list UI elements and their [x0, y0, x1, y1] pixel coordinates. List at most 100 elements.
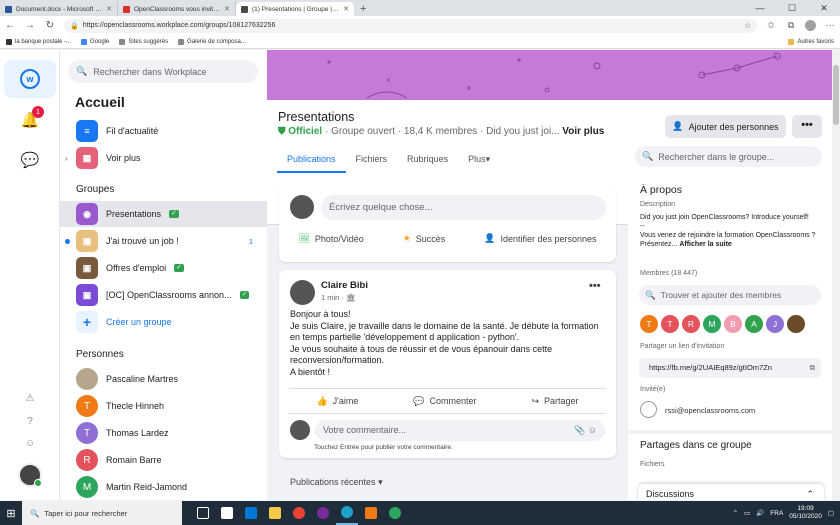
more-options-button[interactable]: •••	[792, 115, 822, 138]
tray-chevron-icon[interactable]: ⌃	[733, 509, 738, 517]
see-more-link[interactable]: Afficher la suite	[679, 241, 732, 248]
person-item[interactable]: T Thomas Lardez	[60, 420, 267, 446]
scrollbar-thumb[interactable]	[833, 65, 839, 125]
reload-icon[interactable]: ↻	[44, 20, 56, 31]
tab-files[interactable]: Fichiers	[346, 145, 398, 173]
person-item[interactable]: Pascaline Martres	[60, 366, 267, 392]
bookmark[interactable]: Google	[81, 38, 109, 45]
member-avatar[interactable]: M	[703, 315, 721, 333]
workplace-search-input[interactable]: 🔍 Rechercher dans Workplace	[68, 60, 258, 83]
workplace-home-button[interactable]: w	[4, 60, 56, 98]
back-icon[interactable]: ←	[4, 20, 16, 31]
explorer-icon[interactable]	[264, 501, 286, 525]
new-tab-button[interactable]: +	[354, 2, 372, 16]
notification-center-icon[interactable]: ▢	[828, 509, 834, 517]
store-icon[interactable]	[216, 501, 238, 525]
browser-tab[interactable]: Document.docx - Microsoft Word ✕	[0, 2, 118, 16]
my-profile-avatar[interactable]	[18, 463, 42, 487]
chrome-icon[interactable]	[288, 501, 310, 525]
app-icon[interactable]	[312, 501, 334, 525]
taskbar-search-input[interactable]: 🔍 Taper ici pour rechercher	[22, 501, 182, 525]
tab-more[interactable]: Plus▾	[458, 145, 500, 173]
member-avatar[interactable]: B	[724, 315, 742, 333]
discussions-bar[interactable]: Discussions ⌃	[638, 484, 824, 500]
help-icon[interactable]: ?	[22, 416, 38, 432]
profile-avatar[interactable]	[805, 20, 816, 31]
browser-tab-active[interactable]: (1) Presentations | Groupe | Workplace ✕	[236, 2, 354, 16]
close-tab-icon[interactable]: ✕	[106, 5, 112, 13]
share-button[interactable]: ↪ Partager	[531, 396, 578, 407]
menu-dots-icon[interactable]: ⋯	[824, 20, 836, 31]
clock[interactable]: 19:09 05/10/2020	[789, 505, 822, 521]
tab-publications[interactable]: Publications	[277, 145, 346, 173]
sidebar-group-job[interactable]: ▣ J'ai trouvé un job ! 1	[60, 228, 267, 254]
tab-topics[interactable]: Rubriques	[397, 145, 458, 173]
create-group-button[interactable]: + Créer un groupe	[60, 309, 267, 335]
member-avatar[interactable]	[787, 315, 805, 333]
chat-icon[interactable]: 💬	[18, 148, 42, 172]
invite-link-field[interactable]: https://fb.me/g/2UAIEq89z/gtIOm7Zn ⧉	[639, 358, 821, 378]
sidebar-group-oc-announcements[interactable]: ▣ [OC] OpenClassrooms annon... ✓	[60, 282, 267, 308]
close-tab-icon[interactable]: ✕	[224, 5, 230, 13]
avatar[interactable]	[290, 280, 315, 305]
copy-icon[interactable]: ⧉	[810, 358, 815, 378]
bookmark[interactable]: Galerie de composa...	[178, 38, 246, 45]
description-line: Vous venez de rejoindre la formation Ope…	[640, 231, 825, 249]
member-avatar[interactable]: J	[766, 315, 784, 333]
task-view-icon[interactable]	[192, 501, 214, 525]
member-avatar[interactable]: T	[661, 315, 679, 333]
sidebar-group-job-offers[interactable]: ▣ Offres d'emploi ✓	[60, 255, 267, 281]
url-field[interactable]: 🔒 https://openclassrooms.workplace.com/g…	[64, 18, 757, 33]
page-scrollbar[interactable]	[832, 50, 840, 500]
success-button[interactable]: ★ Succès	[403, 233, 446, 244]
app-icon[interactable]	[360, 501, 382, 525]
close-window-icon[interactable]: ✕	[808, 0, 840, 16]
add-people-button[interactable]: 👤 Ajouter des personnes	[665, 115, 786, 138]
person-item[interactable]: T Thecle Hinneh	[60, 393, 267, 419]
language-indicator[interactable]: FRA	[770, 510, 783, 517]
emoji-icon[interactable]: ☺	[588, 425, 597, 435]
volume-icon[interactable]: 🔊	[756, 509, 764, 517]
sidebar-item-news-feed[interactable]: ≡ Fil d'actualité	[60, 118, 267, 144]
person-item[interactable]: R Romain Barre	[60, 447, 267, 473]
sidebar-item-see-more[interactable]: › ▦ Voir plus	[60, 145, 267, 171]
sidebar-group-presentations[interactable]: ◉ Presentations ✓	[60, 201, 267, 227]
mail-icon[interactable]	[240, 501, 262, 525]
post-menu-icon[interactable]: •••	[589, 280, 601, 292]
group-search-input[interactable]: 🔍 Rechercher dans le groupe...	[635, 146, 822, 167]
person-item[interactable]: M Martin Reid-Jamond	[60, 474, 267, 500]
app-icon[interactable]	[384, 501, 406, 525]
comment-button[interactable]: 💬 Commenter	[413, 396, 476, 407]
other-favorites[interactable]: Autres favoris	[788, 38, 834, 45]
feedback-icon[interactable]: ⚠	[22, 393, 38, 409]
member-search-input[interactable]: 🔍 Trouver et ajouter des membres	[639, 285, 821, 305]
member-avatar[interactable]: T	[640, 315, 658, 333]
recent-posts-sort[interactable]: Publications récentes ▾	[290, 477, 383, 488]
minimize-icon[interactable]: —	[744, 0, 776, 16]
bookmark[interactable]: Sites suggérés	[119, 38, 168, 45]
post-time[interactable]: 1 min · 🏛	[321, 293, 356, 302]
photo-video-button[interactable]: 🖼 Photo/Vidéo	[298, 233, 363, 244]
close-tab-icon[interactable]: ✕	[343, 5, 349, 13]
attach-icon[interactable]: 📎	[574, 425, 585, 435]
favorites-icon[interactable]: ✩	[765, 20, 777, 31]
tag-people-button[interactable]: 👤 Identifier des personnes	[484, 233, 596, 244]
member-avatar[interactable]: R	[682, 315, 700, 333]
browser-tab[interactable]: OpenClassrooms vous invite à rejoindre ✕	[118, 2, 236, 16]
edge-icon[interactable]	[336, 501, 358, 525]
emoji-icon[interactable]: ☺	[22, 438, 38, 454]
star-icon[interactable]: ☆	[744, 21, 751, 30]
maximize-icon[interactable]: ☐	[776, 0, 808, 16]
composer-input[interactable]: Écrivez quelque chose...	[321, 195, 606, 220]
post-author[interactable]: Claire Bibi	[321, 280, 368, 291]
windows-start-icon[interactable]: ⊞	[0, 501, 22, 525]
see-more-link[interactable]: Voir plus	[562, 126, 604, 137]
comment-input[interactable]: Votre commentaire... 📎 ☺	[315, 420, 605, 441]
invited-label: Invité(e)	[640, 386, 666, 393]
network-icon[interactable]: ▭	[744, 509, 750, 517]
member-avatar[interactable]: A	[745, 315, 763, 333]
bookmark[interactable]: la banque postale -...	[6, 38, 71, 45]
forward-icon[interactable]: →	[24, 20, 36, 31]
collections-icon[interactable]: ⧉	[785, 20, 797, 31]
like-button[interactable]: 👍 J'aime	[316, 396, 358, 407]
